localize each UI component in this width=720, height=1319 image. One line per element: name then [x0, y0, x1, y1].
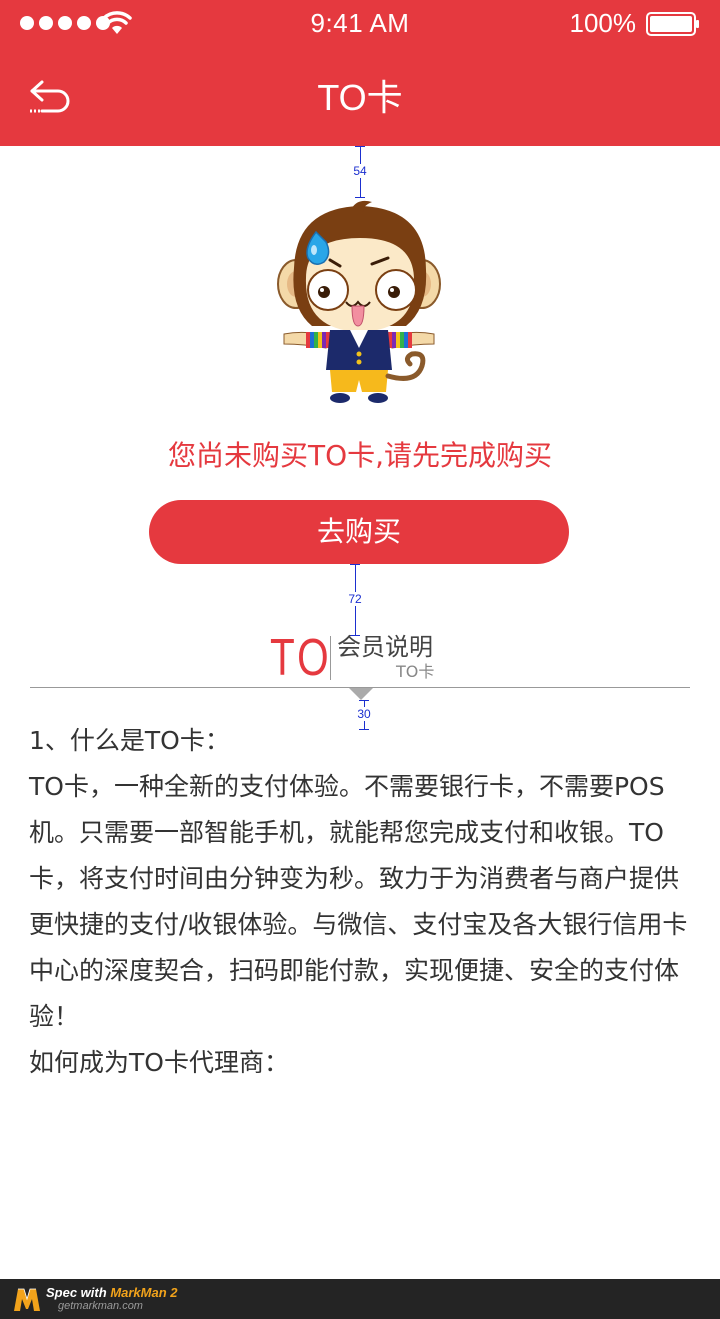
empty-state-message: 您尚未购买TO卡,请先完成购买 — [167, 439, 553, 472]
footer-url: getmarkman.com — [58, 1300, 143, 1312]
footer-spec-text: Spec with — [46, 1285, 107, 1300]
battery-icon — [646, 12, 699, 36]
content-heading: 1、什么是TO卡： — [29, 726, 230, 755]
status-bar: 9:41 AM 100% — [0, 0, 720, 48]
app-header: 9:41 AM 100% TO卡 — [0, 0, 720, 146]
page-title: TO卡 — [317, 77, 403, 118]
caret-down-icon — [349, 688, 373, 700]
section-title: 会员说明 — [337, 633, 433, 661]
content-paragraph: TO卡，一种全新的支付体验。不需要银行卡，不需要POS机。只需要一部智能手机，就… — [29, 772, 688, 1031]
member-info-content: 1、什么是TO卡： TO卡，一种全新的支付体验。不需要银行卡，不需要POS机。只… — [29, 718, 691, 1086]
to-logo-mark: TO — [270, 629, 332, 687]
logo-divider — [330, 636, 331, 680]
spacing-value-button: 72 — [335, 592, 375, 606]
content-agent-heading: 如何成为TO卡代理商： — [29, 1048, 289, 1077]
section-subtitle: TO卡 — [396, 662, 435, 681]
markman-logo-icon — [14, 1288, 40, 1311]
footer-spec-label: Spec with MarkMan 2 — [46, 1285, 178, 1300]
footer-brand: MarkMan 2 — [110, 1285, 178, 1300]
monkey-mascot-illustration — [277, 200, 441, 403]
member-info-section-header: TO 会员说明 TO卡 — [270, 632, 450, 684]
spacing-value-top: 54 — [340, 164, 380, 178]
spacing-annotation-top: 54 — [340, 146, 380, 198]
battery-percentage: 100% — [569, 8, 637, 38]
markman-footer: Spec with MarkMan 2 getmarkman.com — [0, 1279, 720, 1319]
spacing-annotation-button: 72 — [335, 564, 375, 636]
buy-button[interactable]: 去购买 — [149, 500, 569, 564]
